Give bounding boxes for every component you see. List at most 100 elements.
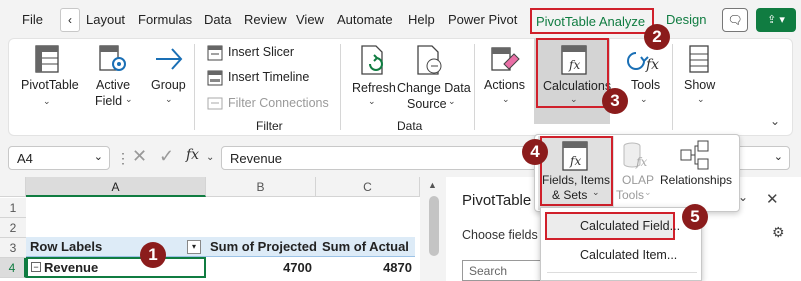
olap-tools-icon: fx (623, 142, 647, 169)
tab-layout[interactable]: Layout (86, 12, 125, 27)
column-header-b[interactable]: B (206, 177, 316, 197)
menu-divider (547, 272, 697, 273)
chevron-down-icon: ⌄ (206, 152, 215, 163)
ribbon-back-button[interactable]: ‹ (60, 8, 80, 32)
pivottable-icon (35, 45, 59, 73)
choose-fields-text: Choose fields t (462, 228, 545, 242)
insert-slicer-button[interactable]: Insert Slicer (228, 45, 294, 59)
refresh-icon (361, 45, 383, 75)
active-field-icon (99, 45, 126, 71)
tools-icon: fx (627, 52, 659, 73)
chevron-down-icon: ⌄ (43, 96, 51, 106)
calculations-highlight-box (536, 38, 609, 108)
sum-of-actual-header[interactable]: Sum of Actual (318, 237, 413, 257)
chevron-down-icon: ⌄ (640, 94, 648, 104)
show-button-label[interactable]: Show (684, 77, 715, 93)
callout-badge-2: 2 (644, 24, 670, 50)
pivottable-button-label[interactable]: PivotTable (21, 77, 79, 93)
row-header-3[interactable]: 3 (0, 238, 26, 258)
insert-function-icon[interactable]: fx (186, 147, 199, 163)
chevron-down-icon: ▾ (191, 242, 196, 251)
enter-check-icon[interactable]: ✓ (159, 146, 174, 167)
column-header-c[interactable]: C (316, 177, 420, 197)
olap-tools-label-line2[interactable]: Tools (616, 187, 644, 203)
comments-button[interactable]: 🗨 (722, 8, 748, 32)
share-icon: ⇪ ▾ (767, 14, 785, 26)
tab-automate[interactable]: Automate (337, 12, 393, 27)
field-search-input[interactable]: Search (462, 260, 544, 281)
tab-help[interactable]: Help (408, 12, 435, 27)
settings-gear-icon[interactable]: ⚙ (772, 224, 785, 241)
collapse-ribbon-icon[interactable]: ⌄ (770, 114, 780, 128)
tab-data[interactable]: Data (204, 12, 231, 27)
tab-design[interactable]: Design (666, 12, 706, 27)
actions-icon (491, 47, 520, 71)
callout-badge-4: 4 (522, 139, 548, 165)
close-icon[interactable]: ✕ (766, 190, 779, 208)
calculated-field-label: Calculated Field... (580, 219, 681, 233)
tab-pivottable-analyze[interactable]: PivotTable Analyze (530, 8, 654, 34)
change-data-source-label-line1[interactable]: Change Data (397, 80, 471, 96)
tab-file[interactable]: File (22, 12, 43, 27)
show-icon (689, 45, 709, 73)
revenue-projected-value[interactable]: 4700 (206, 258, 316, 278)
formula-bar-drag-handle[interactable]: ⋮ (116, 150, 130, 167)
active-field-button-label-line2[interactable]: Field (95, 93, 122, 109)
group-button-label[interactable]: Group (151, 77, 186, 93)
chevron-down-icon: ⌄ (697, 94, 705, 104)
row-header-2[interactable]: 2 (0, 218, 26, 238)
tab-review[interactable]: Review (244, 12, 287, 27)
chevron-down-icon: ⌄ (93, 151, 103, 163)
sum-of-projected-header[interactable]: Sum of Projected (206, 237, 321, 257)
callout-badge-3: 3 (602, 88, 628, 114)
vertical-scrollbar-thumb[interactable] (429, 196, 439, 256)
revenue-actual-value[interactable]: 4870 (316, 258, 416, 278)
callout-badge-5: 5 (682, 204, 708, 230)
slicer-icon (207, 45, 223, 61)
refresh-button-label[interactable]: Refresh (352, 80, 396, 96)
revenue-row-label: Revenue (44, 260, 99, 275)
chevron-down-icon: ⌄ (368, 96, 376, 106)
svg-text:fx: fx (635, 155, 647, 169)
timeline-icon (207, 70, 223, 86)
pivot-panel-title: PivotTable (462, 192, 532, 209)
ribbon-separator (340, 44, 341, 130)
share-button[interactable]: ⇪ ▾ (756, 8, 796, 32)
chevron-down-icon: ⌄ (165, 94, 173, 104)
chevron-down-icon: ⌄ (644, 187, 652, 197)
chevron-down-icon: ⌄ (502, 94, 510, 104)
filter-group-label: Filter (256, 119, 283, 133)
ribbon-separator (474, 44, 475, 130)
row-labels-header[interactable]: Row Labels (26, 237, 106, 257)
comment-icon: 🗨 (727, 13, 743, 27)
chevron-left-icon: ‹ (68, 13, 72, 27)
chevron-down-icon: ⌄ (125, 94, 133, 104)
scroll-up-icon[interactable]: ▲ (428, 180, 437, 190)
name-box[interactable]: A4 ⌄ (8, 146, 110, 170)
fields-items-sets-highlight-box (540, 136, 613, 206)
expand-formula-icon[interactable]: ⌄ (774, 150, 783, 163)
insert-timeline-button[interactable]: Insert Timeline (228, 70, 309, 84)
data-group-label: Data (397, 119, 423, 133)
column-header-a[interactable]: A (26, 177, 206, 197)
cancel-icon[interactable]: ✕ (132, 146, 147, 167)
tab-view[interactable]: View (296, 12, 324, 27)
ribbon-separator (194, 44, 195, 130)
name-box-value: A4 (17, 151, 33, 166)
tools-button-label[interactable]: Tools (631, 77, 660, 93)
row-header-1[interactable]: 1 (0, 198, 26, 218)
filter-connections-button[interactable]: Filter Connections (228, 96, 329, 110)
row-header-4[interactable]: 4 (0, 258, 26, 278)
olap-tools-label-line1[interactable]: OLAP (622, 172, 654, 188)
change-data-source-icon (417, 45, 442, 75)
relationships-button[interactable]: Relationships (660, 172, 732, 188)
row-labels-filter-dropdown[interactable]: ▾ (187, 240, 201, 254)
actions-button-label[interactable]: Actions (484, 77, 525, 93)
calculated-item-menu-item[interactable]: Calculated Item... (580, 248, 677, 262)
tab-power-pivot[interactable]: Power Pivot (448, 12, 517, 27)
active-field-button-label-line1[interactable]: Active (96, 77, 130, 93)
select-all-corner[interactable] (0, 177, 26, 197)
tab-formulas[interactable]: Formulas (138, 12, 192, 27)
change-data-source-label-line2[interactable]: Source (407, 96, 447, 112)
formula-input-value: Revenue (230, 151, 283, 166)
